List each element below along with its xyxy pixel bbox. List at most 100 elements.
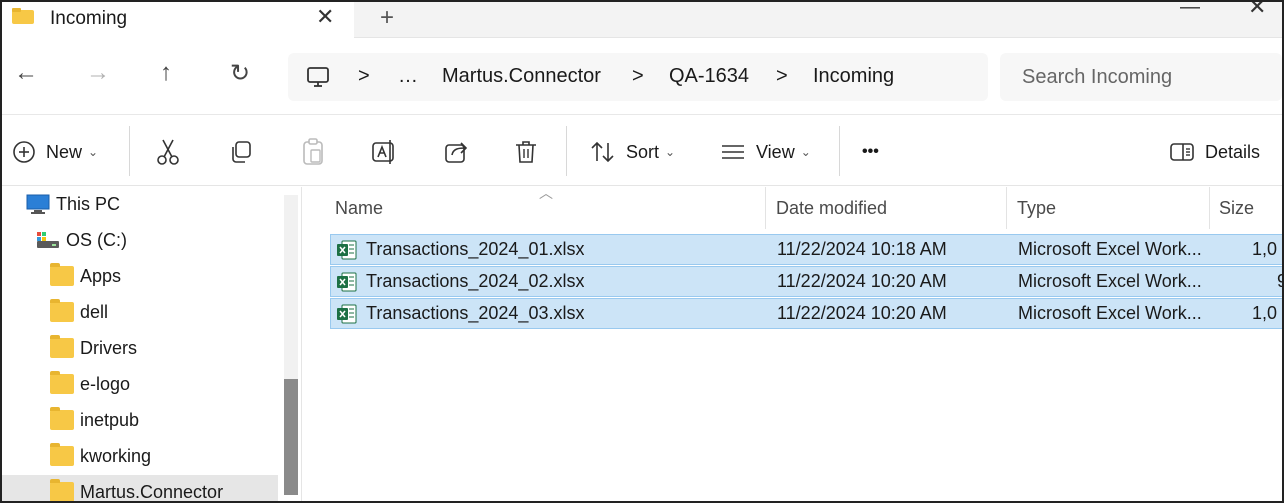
excel-file-icon	[337, 272, 357, 292]
file-type: Microsoft Excel Work...	[1018, 303, 1202, 323]
new-label: New	[46, 141, 83, 162]
tree-item-inetpub[interactable]: inetpub	[2, 403, 278, 437]
column-divider[interactable]	[1006, 187, 1007, 229]
tree-item-this-pc[interactable]: This PC	[2, 187, 278, 221]
column-header-name[interactable]: Name	[335, 187, 383, 229]
column-header-type[interactable]: Type	[1017, 187, 1056, 229]
details-button[interactable]: Details	[1169, 136, 1260, 168]
delete-button[interactable]	[514, 136, 538, 168]
sort-label: Sort	[626, 141, 660, 162]
chevron-down-icon: ⌄	[665, 145, 676, 159]
forward-button[interactable]: →	[86, 59, 110, 87]
view-label: View	[756, 141, 795, 162]
tab-close-icon[interactable]: ✕	[316, 4, 334, 30]
paste-button[interactable]	[300, 136, 326, 168]
column-divider[interactable]	[765, 187, 766, 229]
breadcrumb-martus-connector[interactable]: Martus.Connector	[442, 65, 601, 88]
trash-icon	[516, 141, 536, 163]
tree-item-dell[interactable]: dell	[2, 295, 278, 329]
scissors-icon	[157, 139, 179, 165]
folder-icon	[50, 371, 74, 394]
tree-item-martus-connector[interactable]: Martus.Connector	[2, 475, 278, 502]
file-size: 1,0	[1252, 239, 1278, 259]
breadcrumb-separator: >	[776, 65, 788, 87]
column-header-size[interactable]: Size	[1219, 187, 1254, 229]
column-divider[interactable]	[1209, 187, 1210, 229]
cut-button[interactable]	[155, 136, 181, 168]
rename-button[interactable]	[370, 136, 398, 168]
address-bar[interactable]: > … Martus.Connector > QA-1634 > Incomin…	[288, 53, 988, 101]
chevron-down-icon: ⌄	[800, 145, 811, 159]
toolbar-divider	[566, 126, 567, 176]
computer-icon	[26, 194, 50, 214]
new-tab-button[interactable]: +	[380, 4, 394, 32]
sort-icon	[591, 141, 614, 163]
drive-icon	[37, 232, 59, 248]
toolbar-divider	[839, 126, 840, 176]
tab-strip: Incoming ✕ + — ✕	[2, 2, 1282, 38]
chevron-down-icon: ⌄	[88, 145, 99, 159]
tree-item-kworking[interactable]: kworking	[2, 439, 278, 473]
file-row[interactable]: Transactions_2024_03.xlsx 11/22/2024 10:…	[330, 298, 1282, 329]
excel-file-icon	[337, 304, 357, 324]
file-row[interactable]: Transactions_2024_02.xlsx 11/22/2024 10:…	[330, 266, 1282, 297]
tree-item-os-c[interactable]: OS (C:)	[2, 223, 278, 257]
command-bar: New ⌄ Sort ⌄ View ⌄ ••• Details	[2, 116, 1282, 186]
back-button[interactable]: ←	[14, 59, 38, 87]
tab-title: Incoming	[50, 8, 128, 29]
tree-item-apps[interactable]: Apps	[2, 259, 278, 293]
address-row: ← → ↑ ↻ > … Martus.Connector > QA-1634 >…	[2, 39, 1282, 115]
excel-file-icon	[337, 240, 357, 260]
folder-icon	[50, 407, 74, 430]
file-type: Microsoft Excel Work...	[1018, 271, 1202, 291]
details-label: Details	[1205, 141, 1261, 162]
copy-button[interactable]	[228, 136, 254, 168]
breadcrumb-overflow[interactable]: …	[398, 65, 418, 88]
clipboard-icon	[303, 138, 323, 165]
search-placeholder: Search Incoming	[1022, 66, 1173, 88]
tree-item-label: Martus.Connector	[80, 481, 224, 502]
breadcrumb-separator: >	[358, 65, 370, 87]
tree-item-label: OS (C:)	[66, 229, 127, 250]
window-close-button[interactable]: ✕	[1248, 2, 1266, 20]
tree-item-label: e-logo	[80, 373, 131, 394]
tree-item-label: dell	[80, 301, 109, 322]
tab-incoming[interactable]: Incoming ✕	[2, 2, 354, 38]
new-button[interactable]: New ⌄	[12, 136, 98, 168]
sort-button[interactable]: Sort ⌄	[590, 136, 675, 168]
file-size: 1,0	[1252, 303, 1278, 323]
breadcrumb-incoming[interactable]: Incoming	[813, 65, 894, 88]
toolbar-divider	[129, 126, 130, 176]
more-options-button[interactable]: •••	[862, 136, 879, 168]
file-name: Transactions_2024_01.xlsx	[366, 239, 585, 259]
column-header-date-modified[interactable]: Date modified	[776, 187, 887, 229]
file-date: 11/22/2024 10:20 AM	[777, 271, 947, 291]
tree-item-label: kworking	[80, 445, 152, 466]
folder-icon	[50, 479, 74, 501]
tree-item-label: This PC	[56, 193, 121, 214]
refresh-button[interactable]: ↻	[230, 59, 250, 88]
tree-item-drivers[interactable]: Drivers	[2, 331, 278, 365]
plus-circle-icon	[13, 141, 35, 163]
search-box[interactable]: Search Incoming	[1000, 53, 1282, 101]
breadcrumb-separator: >	[632, 65, 644, 87]
file-row[interactable]: Transactions_2024_01.xlsx 11/22/2024 10:…	[330, 234, 1282, 265]
file-explorer-window: Incoming ✕ + — ✕ ← → ↑ ↻ > … Martus.Conn…	[0, 0, 1284, 503]
up-button[interactable]: ↑	[160, 59, 172, 87]
tree-item-label: Apps	[80, 265, 122, 286]
minimize-button[interactable]: —	[1180, 2, 1200, 19]
tree-item-label: inetpub	[80, 409, 140, 430]
breadcrumb-qa-1634[interactable]: QA-1634	[669, 65, 749, 88]
navigation-scrollbar[interactable]	[284, 195, 298, 495]
share-button[interactable]	[443, 136, 469, 168]
computer-icon	[307, 67, 329, 87]
scrollbar-thumb[interactable]	[284, 379, 298, 495]
file-date: 11/22/2024 10:20 AM	[777, 303, 947, 323]
file-size: 9	[1277, 271, 1282, 292]
details-pane-icon	[1170, 143, 1194, 161]
tree-item-e-logo[interactable]: e-logo	[2, 367, 278, 401]
file-date: 11/22/2024 10:18 AM	[777, 239, 947, 259]
navigation-pane: This PC OS (C:) Apps dell Drivers e-logo…	[2, 187, 302, 502]
rename-icon	[372, 140, 394, 164]
view-button[interactable]: View ⌄	[720, 136, 811, 168]
